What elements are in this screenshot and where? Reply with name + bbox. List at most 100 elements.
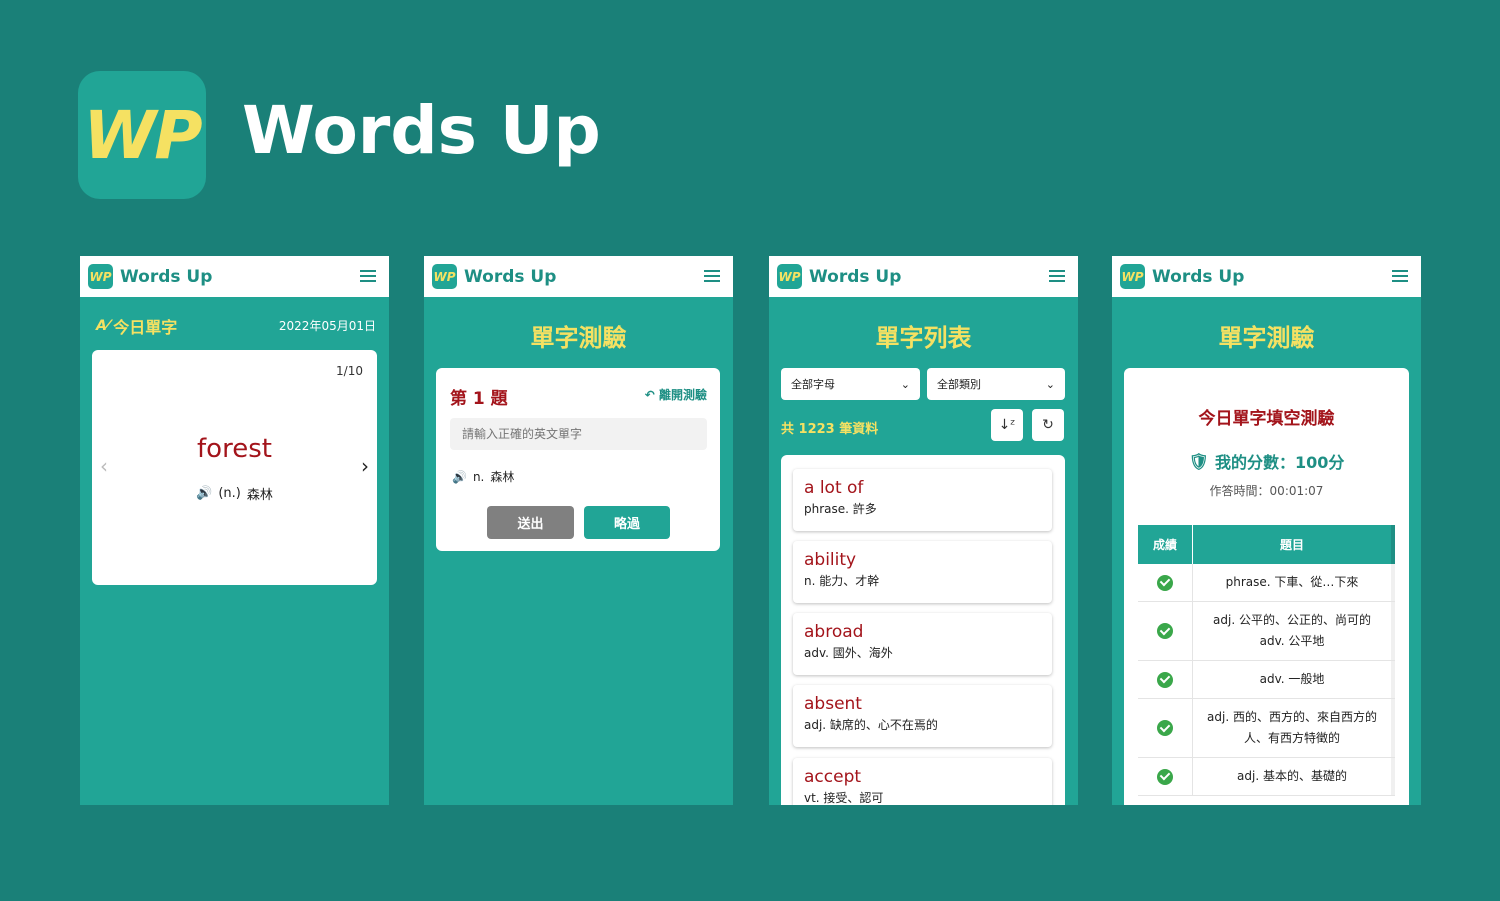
table-row: adj. 基本的、基礎的 bbox=[1138, 758, 1395, 796]
hamburger-icon[interactable] bbox=[1392, 270, 1408, 282]
app-logo: WP bbox=[78, 71, 206, 199]
score-label: 我的分數：100分 bbox=[1214, 453, 1345, 472]
list-item[interactable]: ability n. 能力、才幹 bbox=[793, 541, 1052, 603]
app-bar: WP Words Up bbox=[424, 256, 733, 297]
list-item[interactable]: absent adj. 缺席的、心不在焉的 bbox=[793, 685, 1052, 747]
mini-logo[interactable]: WP bbox=[777, 264, 802, 289]
mini-logo[interactable]: WP bbox=[432, 264, 457, 289]
app-bar-title: Words Up bbox=[464, 266, 557, 287]
table-row: adv. 一般地 bbox=[1138, 661, 1395, 699]
hero-title: Words Up bbox=[242, 92, 601, 169]
app-bar: WP Words Up bbox=[80, 256, 389, 297]
sort-az-icon[interactable]: ↓ᶻ bbox=[991, 409, 1023, 441]
hamburger-icon[interactable] bbox=[360, 270, 376, 282]
record-count: 共 1223 筆資料 bbox=[781, 422, 879, 437]
list-item-definition: adj. 缺席的、心不在焉的 bbox=[804, 718, 938, 732]
table-header: 成績 題目 bbox=[1138, 525, 1395, 564]
today-heading-label: 今日單字 bbox=[113, 318, 178, 337]
screen-title: 單字測驗 bbox=[1218, 324, 1315, 352]
phone-screen-quiz: WP Words Up 單字測驗 第 1 題 ↶ 離開測驗 🔊 n. 森林 送出… bbox=[424, 256, 733, 805]
elapsed-time: 作答時間：00:01:07 bbox=[1209, 484, 1324, 498]
question-hint: 🔊 n. 森林 bbox=[452, 468, 514, 485]
word-list: a lot of phrase. 許多 ability n. 能力、才幹 abr… bbox=[781, 455, 1065, 805]
result-title: 今日單字填空測驗 bbox=[1198, 409, 1335, 429]
list-item-definition: n. 能力、才幹 bbox=[804, 574, 880, 588]
check-circle-icon bbox=[1157, 574, 1173, 591]
list-item-word: ability bbox=[804, 550, 857, 570]
list-item-word: absent bbox=[804, 694, 862, 714]
answer-input[interactable] bbox=[450, 418, 707, 450]
row-question-line: adj. 公平的、公正的、尚可的 bbox=[1213, 613, 1371, 627]
list-item-definition: adv. 國外、海外 bbox=[804, 646, 893, 660]
mini-logo-text: WP bbox=[778, 269, 801, 284]
question-number: 第 1 題 bbox=[450, 389, 508, 409]
check-circle-icon bbox=[1157, 623, 1173, 639]
spellcheck-icon: A⁄ bbox=[96, 318, 110, 334]
type-filter-select[interactable]: 全部類別 ⌄ bbox=[927, 368, 1065, 400]
list-item-word: abroad bbox=[804, 622, 864, 642]
col-question-header: 題目 bbox=[1193, 525, 1395, 564]
row-question: adj. 公平的、公正的、尚可的 adv. 公平地 bbox=[1193, 602, 1395, 660]
flashcard-word: forest bbox=[197, 434, 272, 464]
row-question: adv. 一般地 bbox=[1193, 661, 1395, 698]
score: 🛡 我的分數：100分 bbox=[1124, 449, 1409, 473]
row-question: adj. 西的、西方的、來自西方的人、有西方特徵的 bbox=[1193, 699, 1395, 757]
phone-screen-result: WP Words Up 單字測驗 今日單字填空測驗 🛡 我的分數：100分 作答… bbox=[1112, 256, 1421, 805]
today-heading: A⁄ 今日單字 bbox=[96, 314, 177, 338]
table-row: adj. 公平的、公正的、尚可的 adv. 公平地 bbox=[1138, 602, 1395, 661]
hamburger-icon[interactable] bbox=[704, 270, 720, 282]
phone-screen-word-list: WP Words Up 單字列表 全部字母 ⌄ 全部類別 ⌄ 共 1223 筆資… bbox=[769, 256, 1078, 805]
result-table: 成績 題目 phrase. 下車、從…下來 adj. 公平的、公正的、尚可的 a… bbox=[1138, 525, 1395, 796]
app-bar: WP Words Up bbox=[1112, 256, 1421, 297]
table-row: adj. 西的、西方的、來自西方的人、有西方特徵的 bbox=[1138, 699, 1395, 758]
col-result-header: 成績 bbox=[1138, 525, 1193, 564]
check-circle-icon bbox=[1157, 720, 1173, 736]
check-circle-icon bbox=[1157, 671, 1173, 688]
hamburger-icon[interactable] bbox=[1049, 270, 1065, 282]
row-question: adj. 基本的、基礎的 bbox=[1193, 758, 1395, 795]
list-item-definition: phrase. 許多 bbox=[804, 502, 877, 516]
flashcard-meaning: 森林 bbox=[246, 488, 273, 503]
check-circle-icon bbox=[1157, 768, 1173, 785]
flashcard-pos: (n.) bbox=[218, 486, 241, 501]
shield-check-icon: 🛡 bbox=[1188, 451, 1209, 471]
hint-meaning: 森林 bbox=[490, 470, 515, 484]
leave-quiz-link[interactable]: ↶ 離開測驗 bbox=[645, 386, 707, 403]
list-item[interactable]: abroad adv. 國外、海外 bbox=[793, 613, 1052, 675]
card-counter: 1/10 bbox=[336, 364, 363, 378]
phone-screen-today: WP Words Up A⁄ 今日單字 2022年05月01日 1/10 ‹ f… bbox=[80, 256, 389, 805]
list-item[interactable]: a lot of phrase. 許多 bbox=[793, 469, 1052, 531]
flashcard: 1/10 ‹ forest 🔊 (n.) 森林 › bbox=[92, 350, 377, 585]
screen-title: 單字測驗 bbox=[530, 324, 627, 352]
refresh-icon[interactable]: ↻ bbox=[1032, 409, 1064, 441]
skip-button[interactable]: 略過 bbox=[584, 506, 670, 539]
chevron-down-icon: ⌄ bbox=[1045, 377, 1055, 391]
app-bar-title: Words Up bbox=[1152, 266, 1245, 287]
letter-filter-value: 全部字母 bbox=[791, 378, 835, 391]
hint-pos: n. bbox=[472, 469, 485, 484]
speaker-icon[interactable]: 🔊 bbox=[196, 486, 212, 501]
list-item-definition: vt. 接受、認可 bbox=[804, 791, 884, 805]
app-bar-title: Words Up bbox=[120, 266, 213, 287]
leave-quiz-label: 離開測驗 bbox=[658, 388, 707, 402]
mini-logo[interactable]: WP bbox=[1120, 264, 1145, 289]
letter-filter-select[interactable]: 全部字母 ⌄ bbox=[781, 368, 920, 400]
submit-button[interactable]: 送出 bbox=[487, 506, 574, 539]
list-item[interactable]: accept vt. 接受、認可 bbox=[793, 758, 1052, 805]
screen-title: 單字列表 bbox=[875, 324, 972, 352]
result-card: 今日單字填空測驗 🛡 我的分數：100分 作答時間：00:01:07 成績 題目… bbox=[1124, 368, 1409, 805]
mini-logo-text: WP bbox=[433, 269, 456, 284]
chevron-down-icon: ⌄ bbox=[900, 377, 910, 391]
table-row: phrase. 下車、從…下來 bbox=[1138, 564, 1395, 602]
today-date: 2022年05月01日 bbox=[278, 319, 376, 333]
mini-logo-text: WP bbox=[1121, 269, 1144, 284]
speaker-icon[interactable]: 🔊 bbox=[452, 470, 467, 484]
mini-logo[interactable]: WP bbox=[88, 264, 113, 289]
row-question: phrase. 下車、從…下來 bbox=[1193, 564, 1395, 601]
next-arrow-icon[interactable]: › bbox=[361, 454, 369, 478]
list-item-word: accept bbox=[804, 767, 862, 787]
flashcard-definition: 🔊 (n.) 森林 bbox=[92, 484, 377, 503]
list-item-word: a lot of bbox=[804, 478, 864, 498]
quiz-card: 第 1 題 ↶ 離開測驗 🔊 n. 森林 送出 略過 bbox=[436, 368, 720, 551]
app-logo-text: WP bbox=[83, 96, 202, 174]
